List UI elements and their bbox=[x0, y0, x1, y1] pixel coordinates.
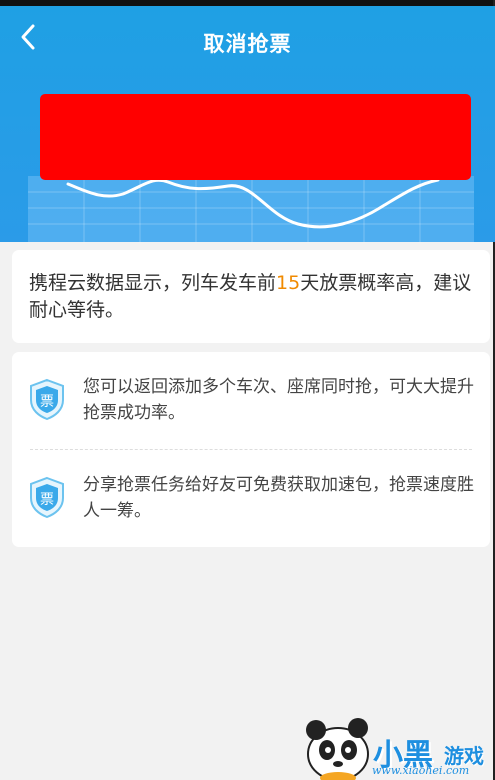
tip-text: 您可以返回添加多个车次、座席同时抢，可大大提升抢票成功率。 bbox=[83, 377, 474, 423]
ticket-shield-icon: 票 bbox=[30, 476, 64, 518]
tip-item: 票 您可以返回添加多个车次、座席同时抢，可大大提升抢票成功率。 bbox=[12, 372, 490, 452]
svg-text:票: 票 bbox=[40, 492, 54, 508]
divider bbox=[30, 449, 472, 450]
chart-wave bbox=[28, 176, 474, 242]
redacted-region bbox=[40, 94, 471, 180]
svg-text:票: 票 bbox=[40, 394, 54, 410]
page-title: 取消抢票 bbox=[203, 32, 292, 56]
header: 取消抢票 bbox=[0, 6, 495, 242]
notice-card: 携程云数据显示，列车发车前15天放票概率高，建议耐心等待。 bbox=[12, 250, 490, 343]
probability-chart bbox=[28, 176, 474, 242]
tip-item: 票 分享抢票任务给好友可免费获取加速包，抢票速度胜人一筹。 bbox=[12, 470, 490, 550]
notice-text: 携程云数据显示，列车发车前15天放票概率高，建议耐心等待。 bbox=[29, 272, 472, 321]
notice-days: 15 bbox=[276, 272, 301, 294]
watermark-url: www.xiaohei.com bbox=[372, 764, 470, 777]
tips-card: 票 您可以返回添加多个车次、座席同时抢，可大大提升抢票成功率。 票 分享抢票任务… bbox=[12, 352, 490, 547]
tip-text: 分享抢票任务给好友可免费获取加速包，抢票速度胜人一筹。 bbox=[83, 475, 474, 521]
ticket-shield-icon: 票 bbox=[30, 378, 64, 420]
